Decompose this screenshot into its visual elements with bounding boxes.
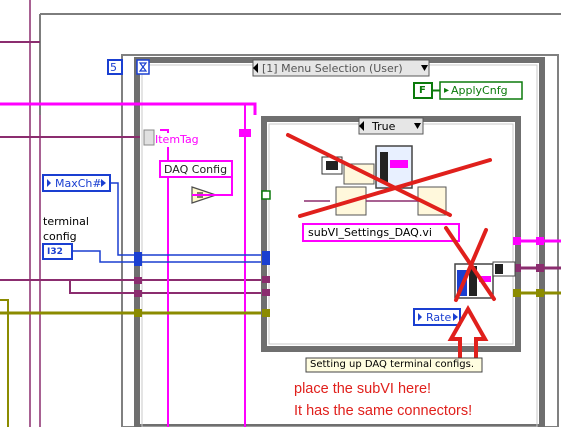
annotation-line-1: place the subVI here! (294, 381, 432, 397)
case-selector-text[interactable]: [1] Menu Selection (User) (262, 62, 403, 75)
caption-text: Setting up DAQ terminal configs. (310, 359, 475, 370)
apply-cfg-arrow-icon: ▸ (444, 85, 450, 96)
subvi-name-text: subVI_Settings_DAQ.vi (308, 226, 432, 239)
rate-text[interactable]: Rate (426, 311, 451, 324)
item-tag-text[interactable]: ItemTag (155, 133, 199, 146)
apply-cfg-bool-text: F (419, 85, 426, 96)
daq-config-text[interactable]: DAQ Config (164, 163, 227, 176)
loop-count-value[interactable]: 5 (110, 61, 117, 74)
max-ch-text[interactable]: MaxCh# (55, 177, 102, 190)
terminal-config-type-text: I32 (47, 247, 63, 257)
annotation-line-2: It has the same connectors! (294, 403, 473, 419)
terminal-config-label: terminal config (43, 215, 89, 243)
apply-cfg-text[interactable]: ApplyCnfg (451, 84, 508, 97)
inner-case-selector-text[interactable]: True (372, 120, 395, 133)
